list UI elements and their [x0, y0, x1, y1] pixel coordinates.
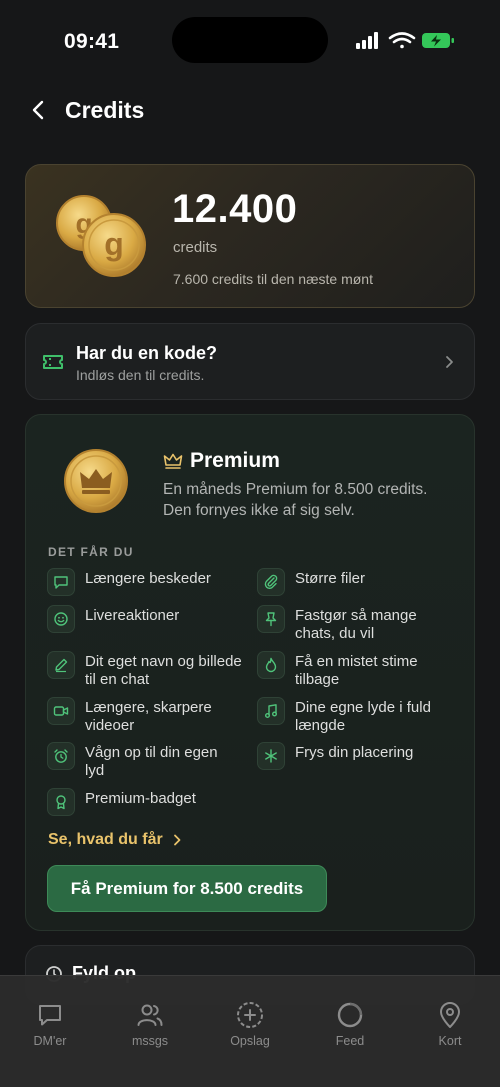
- ticket-icon: [43, 355, 63, 369]
- tab-opslag[interactable]: Opslag: [210, 1000, 290, 1048]
- chevron-right-icon: [446, 356, 453, 368]
- badge-icon: [47, 788, 75, 816]
- feature-label: Fastgør så mange chats, du vil: [295, 607, 417, 642]
- status-icons: [356, 32, 454, 49]
- credits-balance-card: g g 12.400 credits 7.600 credits til den…: [25, 164, 475, 308]
- status-bar: 09:41: [0, 0, 500, 80]
- tab-kort[interactable]: Kort: [410, 1000, 490, 1048]
- feature-item: Frys din placering: [257, 742, 455, 770]
- feature-label: Få en mistet stime tilbage: [295, 653, 418, 688]
- tab-label: DM'er: [33, 1034, 67, 1048]
- redeem-code-title: Har du en kode?: [76, 343, 218, 363]
- see-benefits-link[interactable]: Se, hvad du får: [48, 831, 181, 849]
- feature-label: Længere, skarpere videoer: [85, 699, 212, 734]
- features-section-label: DET FÅR DU: [48, 545, 134, 559]
- crown-coin-icon: [64, 449, 128, 513]
- premium-description: En måneds Premium for 8.500 credits. Den…: [163, 481, 428, 519]
- feature-item: Dine egne lyde i fuld længde: [257, 697, 445, 735]
- premium-card: Premium En måneds Premium for 8.500 cred…: [25, 414, 475, 931]
- feature-item: Længere beskeder: [47, 568, 255, 596]
- paperclip-icon: [257, 568, 285, 596]
- feature-label: Frys din placering: [295, 744, 414, 761]
- tab-mssgs[interactable]: mssgs: [110, 1000, 190, 1048]
- credits-unit-label: credits: [173, 239, 218, 256]
- redeem-code-row[interactable]: Har du en kode? Indløs den til credits.: [25, 323, 475, 400]
- feature-item: Få en mistet stime tilbage: [257, 651, 445, 689]
- svg-text:g: g: [104, 226, 124, 262]
- next-coin-progress-text: 7.600 credits til den næste mønt: [173, 271, 373, 287]
- message-icon: [47, 568, 75, 596]
- feature-label: Større filer: [295, 570, 366, 587]
- tab-feed[interactable]: Feed: [310, 1000, 390, 1048]
- chat-bubble-icon: [39, 1005, 61, 1026]
- chevron-right-icon: [173, 834, 181, 846]
- circle-icon: [337, 1002, 363, 1028]
- tab-label: Kort: [438, 1034, 462, 1048]
- crown-icon: [163, 453, 183, 469]
- get-premium-button[interactable]: Få Premium for 8.500 credits: [47, 865, 327, 912]
- feature-label: Længere beskeder: [85, 570, 211, 587]
- tab-label: mssgs: [131, 1034, 169, 1048]
- map-pin-icon: [440, 1002, 460, 1028]
- back-chevron-icon[interactable]: [24, 96, 52, 124]
- pin-icon: [257, 605, 285, 633]
- see-benefits-label: Se, hvad du får: [48, 831, 163, 848]
- status-time: 09:41: [64, 30, 120, 53]
- feature-label: Livereaktioner: [85, 607, 180, 624]
- redeem-code-subtitle: Indløs den til credits.: [76, 367, 205, 383]
- premium-title-row: Premium: [163, 448, 280, 474]
- flame-icon: [257, 651, 285, 679]
- add-circle-icon: [237, 1002, 263, 1028]
- tab-dms[interactable]: DM'er: [10, 1000, 90, 1048]
- credits-amount: 12.400: [172, 187, 298, 231]
- signal-icon: [356, 32, 378, 49]
- premium-title: Premium: [190, 449, 280, 472]
- feature-item: Vågn op til din egen lyd: [47, 742, 235, 780]
- feature-item: Premium-badget: [47, 788, 255, 816]
- feature-label: Premium-badget: [85, 790, 196, 807]
- feature-label: Dine egne lyde i fuld længde: [295, 699, 431, 734]
- smiley-icon: [47, 605, 75, 633]
- feature-label: Dit eget navn og billede til en chat: [85, 653, 242, 688]
- video-icon: [47, 697, 75, 725]
- pencil-icon: [47, 651, 75, 679]
- tab-label: Opslag: [230, 1034, 270, 1048]
- coins-icon: g g: [56, 195, 146, 277]
- battery-icon: [422, 33, 454, 48]
- tab-label: Feed: [335, 1034, 365, 1048]
- music-icon: [257, 697, 285, 725]
- alarm-icon: [47, 742, 75, 770]
- wifi-icon: [388, 32, 416, 49]
- feature-item: Dit eget navn og billede til en chat: [47, 651, 245, 689]
- feature-label: Vågn op til din egen lyd: [85, 744, 218, 779]
- feature-item: Længere, skarpere videoer: [47, 697, 235, 735]
- feature-item: Livereaktioner: [47, 605, 255, 633]
- people-icon: [137, 1004, 163, 1026]
- feature-item: Fastgør så mange chats, du vil: [257, 605, 445, 643]
- header: Credits: [0, 88, 500, 134]
- dynamic-island: [172, 17, 328, 63]
- feature-item: Større filer: [257, 568, 455, 596]
- page-title: Credits: [65, 97, 145, 123]
- snowflake-icon: [257, 742, 285, 770]
- tab-bar: DM'er mssgs Opslag Feed Kort: [0, 975, 500, 1087]
